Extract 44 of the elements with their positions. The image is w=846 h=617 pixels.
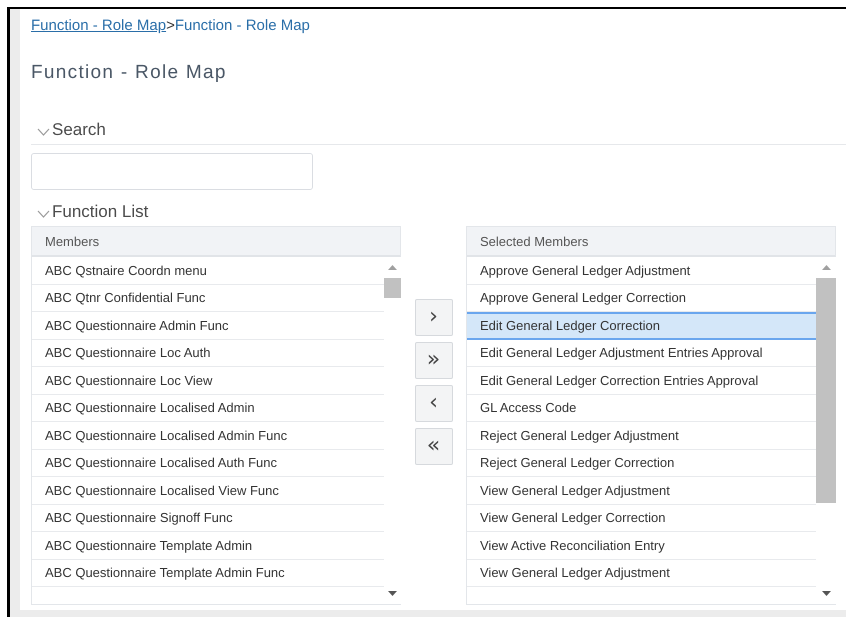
search-field[interactable]: [31, 153, 313, 190]
scroll-up-icon[interactable]: [388, 265, 397, 270]
scroll-down-icon[interactable]: [388, 591, 397, 596]
list-item[interactable]: View General Ledger Adjustment: [467, 477, 816, 504]
breadcrumb-separator: >: [166, 17, 175, 34]
list-item[interactable]: ABC Questionnaire Localised Auth Func: [32, 450, 384, 477]
list-item[interactable]: ABC Questionnaire Localised View Func: [32, 477, 384, 504]
list-item[interactable]: Edit General Ledger Correction Entries Approval: [467, 367, 816, 394]
transfer-button[interactable]: ‹: [414, 385, 452, 422]
list-item[interactable]: ABC Questionnaire Template Admin: [32, 532, 384, 560]
list-item[interactable]: ABC Qstnaire Coordn menu: [32, 257, 384, 284]
page-title: Function - Role Map: [31, 62, 228, 85]
list-item[interactable]: View General Ledger Correction: [467, 504, 816, 532]
list-item[interactable]: Reject General Ledger Adjustment: [467, 422, 816, 450]
list-item[interactable]: Reject General Ledger Correction: [467, 450, 816, 477]
breadcrumb-link[interactable]: Function - Role Map: [31, 17, 166, 34]
chevron-down-icon[interactable]: [37, 128, 50, 136]
column-header: Members: [31, 226, 401, 257]
list-item[interactable]: ABC Questionnaire Loc Auth: [32, 340, 384, 367]
list-item[interactable]: ABC Questionnaire Template Admin Func: [32, 560, 384, 587]
list-item[interactable]: Edit General Ledger Adjustment Entries Approval: [467, 340, 816, 367]
transfer-button[interactable]: «: [414, 428, 452, 465]
list-item[interactable]: Edit General Ledger Correction: [467, 312, 816, 340]
list-item[interactable]: ABC Questionnaire Admin Func: [32, 312, 384, 340]
breadcrumb-current: Function - Role Map: [174, 17, 310, 34]
list-item[interactable]: ABC Questionnaire Localised Admin Func: [32, 422, 384, 450]
list-item[interactable]: ABC Questionnaire Signoff Func: [32, 504, 384, 532]
section-heading[interactable]: Function List: [52, 202, 148, 222]
transfer-button[interactable]: »: [414, 342, 452, 379]
list-item[interactable]: GL Access Code: [467, 394, 816, 422]
scroll-up-icon[interactable]: [822, 265, 830, 270]
column-header: Selected Members: [466, 226, 836, 257]
list-item[interactable]: View General Ledger Adjustment: [467, 560, 816, 587]
list-item[interactable]: View Active Reconciliation Entry: [467, 532, 816, 560]
list-item[interactable]: ABC Questionnaire Localised Admin: [32, 394, 384, 422]
scrollbar-thumb[interactable]: [384, 278, 401, 298]
list-item[interactable]: ABC Questionnaire Loc View: [32, 367, 384, 394]
list-item[interactable]: ABC Qtnr Confidential Func: [32, 284, 384, 312]
transfer-button[interactable]: ›: [414, 299, 452, 336]
section-heading[interactable]: Search: [52, 120, 106, 140]
list-item[interactable]: Approve General Ledger Adjustment: [467, 257, 816, 284]
scrollbar-thumb[interactable]: [816, 278, 836, 503]
chevron-down-icon[interactable]: [37, 210, 50, 218]
scroll-down-icon[interactable]: [822, 591, 830, 596]
